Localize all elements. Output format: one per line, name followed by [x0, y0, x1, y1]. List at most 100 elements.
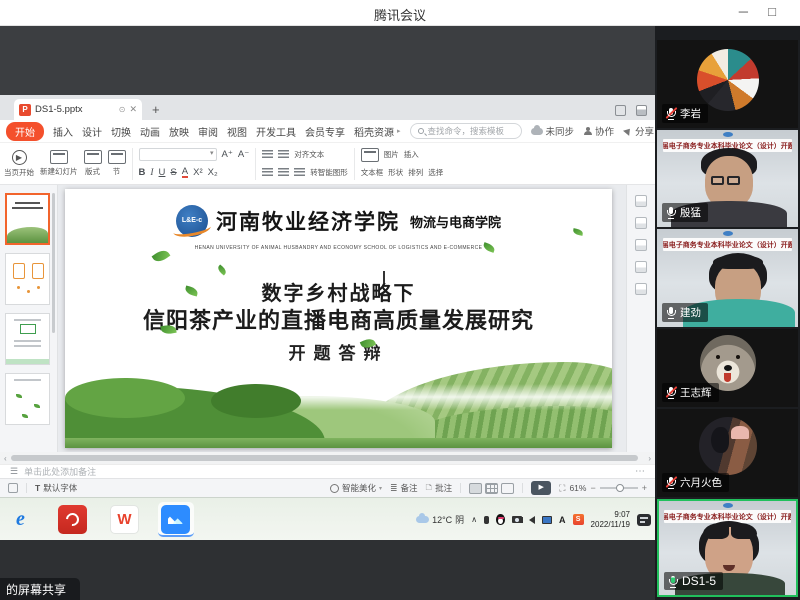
- scroll-left-icon[interactable]: ‹: [4, 454, 7, 463]
- menu-design[interactable]: 设计: [82, 124, 102, 139]
- properties-icon[interactable]: [635, 195, 647, 207]
- superscript-button[interactable]: X²: [193, 167, 203, 178]
- menu-animation[interactable]: 动画: [140, 124, 160, 139]
- new-tab-icon[interactable]: +: [152, 102, 160, 117]
- zoom-out-icon[interactable]: −: [590, 483, 595, 493]
- active-speaker-tile[interactable]: 2022届电子商务专业本科毕业论文（设计）开题答辩 DS1-5: [657, 499, 798, 597]
- tray-expand-icon[interactable]: ∧: [471, 515, 477, 524]
- insert-button[interactable]: 插入: [404, 149, 419, 160]
- participant-tile[interactable]: 李岩: [657, 40, 798, 128]
- subscript-button[interactable]: X₂: [208, 167, 218, 178]
- notification-center-icon[interactable]: [637, 514, 651, 526]
- section-button[interactable]: 节: [108, 150, 126, 177]
- text-box-button[interactable]: 文本框: [361, 167, 384, 178]
- decrease-font-icon[interactable]: A⁻: [238, 149, 249, 160]
- slide-thumbnail-4[interactable]: [5, 373, 50, 425]
- red-music-app-icon[interactable]: [58, 505, 87, 534]
- arrange-button[interactable]: 排列: [408, 167, 423, 178]
- slide-thumbnail-3[interactable]: [5, 313, 50, 365]
- menu-resources[interactable]: 稻壳资源: [354, 124, 394, 139]
- normal-view-button[interactable]: [469, 483, 482, 494]
- taskbar-clock[interactable]: 9:07 2022/11/19: [591, 510, 630, 530]
- play-from-current-button[interactable]: ▶ 当页开始: [4, 150, 34, 178]
- tab-close-icon[interactable]: ✕: [129, 104, 137, 115]
- menu-devtools[interactable]: 开发工具: [256, 124, 296, 139]
- align-right-icon[interactable]: [294, 168, 305, 177]
- new-slide-button[interactable]: 新建幻灯片: [40, 150, 78, 177]
- underline-button[interactable]: U: [159, 167, 166, 178]
- workbench-icon[interactable]: [615, 105, 626, 116]
- tab-pin-icon[interactable]: ⊙: [119, 105, 126, 114]
- animation-pane-icon[interactable]: [635, 217, 647, 229]
- scroll-right-icon[interactable]: ›: [648, 454, 651, 463]
- horizontal-scrollbar[interactable]: ‹ ›: [0, 452, 655, 464]
- menu-member[interactable]: 会员专享: [305, 124, 345, 139]
- thumbnail-scrollbar[interactable]: [52, 193, 55, 333]
- display-tray-icon[interactable]: [542, 516, 552, 524]
- school-name: 河南牧业经济学院: [216, 206, 400, 236]
- browser-icon[interactable]: e: [6, 505, 35, 534]
- speaker-notes-button[interactable]: ≣ 备注: [390, 482, 418, 494]
- participant-tile[interactable]: 六月火色: [657, 409, 798, 497]
- participant-tile[interactable]: 2022届电子商务专业本科毕业论文（设计）开题答辩 建劲: [657, 229, 798, 327]
- maximize-icon[interactable]: □: [768, 4, 776, 19]
- command-search-input[interactable]: 查找命令，搜索模板: [410, 123, 522, 139]
- input-method-icon[interactable]: A: [559, 515, 566, 525]
- resources-pane-icon[interactable]: [635, 261, 647, 273]
- strikethrough-button[interactable]: S: [170, 167, 176, 178]
- shapes-button[interactable]: 形状: [388, 167, 403, 178]
- zoom-slider[interactable]: [600, 487, 638, 489]
- italic-button[interactable]: I: [150, 168, 153, 178]
- sync-status-button[interactable]: 未同步: [531, 124, 575, 138]
- numbered-list-icon[interactable]: [278, 150, 289, 159]
- slide-thumbnail-2[interactable]: [5, 253, 50, 305]
- bullet-list-icon[interactable]: [262, 150, 273, 159]
- slideshow-play-button[interactable]: ▶: [531, 481, 551, 495]
- font-select[interactable]: [139, 148, 217, 161]
- scrollbar-thumb[interactable]: [11, 455, 639, 461]
- slide-thumbnail-1[interactable]: [5, 193, 50, 245]
- bold-button[interactable]: B: [139, 167, 146, 178]
- zoom-slider-knob[interactable]: [616, 484, 624, 492]
- minimize-icon[interactable]: ─: [739, 4, 748, 19]
- slide-canvas[interactable]: L&E-c 河南牧业经济学院 物流与电商学院 HENAN UNIVERSITY …: [65, 189, 612, 448]
- smart-beautify-button[interactable]: 智能美化 ▾: [330, 482, 382, 494]
- sogou-input-icon[interactable]: S: [573, 514, 584, 525]
- fit-slide-icon[interactable]: ⛶: [559, 483, 565, 494]
- collaborate-button[interactable]: 协作: [584, 124, 614, 138]
- select-button[interactable]: 选择: [428, 167, 443, 178]
- align-left-icon[interactable]: [262, 168, 273, 177]
- increase-font-icon[interactable]: A⁺: [222, 149, 233, 160]
- help-pane-icon[interactable]: [635, 283, 647, 295]
- notes-bar[interactable]: ☰ 单击此处添加备注 ⋯: [0, 464, 655, 478]
- menu-insert[interactable]: 插入: [53, 124, 73, 139]
- menu-review[interactable]: 审阅: [198, 124, 218, 139]
- tray-mic-icon[interactable]: [484, 516, 489, 524]
- comments-button[interactable]: 🗅 批注: [426, 480, 453, 496]
- tencent-meeting-icon[interactable]: [161, 505, 190, 534]
- slide-sorter-view-button[interactable]: [485, 483, 498, 494]
- reading-view-button[interactable]: [501, 483, 514, 494]
- layout-button[interactable]: 版式: [84, 150, 102, 177]
- menu-slideshow[interactable]: 放映: [169, 124, 189, 139]
- weather-widget[interactable]: 12°C 阴: [416, 513, 464, 526]
- align-text-button[interactable]: 对齐文本: [294, 149, 324, 160]
- picture-button[interactable]: 图片: [384, 149, 399, 160]
- document-tab[interactable]: P DS1-5.pptx ⊙ ✕: [14, 99, 142, 120]
- design-pane-icon[interactable]: [635, 239, 647, 251]
- menu-transition[interactable]: 切换: [111, 124, 131, 139]
- volume-tray-icon[interactable]: [529, 516, 535, 524]
- smart-graphic-button[interactable]: 转智能图形: [310, 167, 348, 178]
- menu-view[interactable]: 视图: [227, 124, 247, 139]
- qq-tray-icon[interactable]: [496, 514, 505, 525]
- font-color-button[interactable]: A: [182, 167, 188, 178]
- notes-more-icon[interactable]: ⋯: [635, 466, 645, 477]
- menu-home[interactable]: 开始: [6, 122, 44, 141]
- app-center-icon[interactable]: [636, 105, 647, 116]
- participant-tile[interactable]: 2022届电子商务专业本科毕业论文（设计）开题答辩 殷猛: [657, 130, 798, 227]
- share-button[interactable]: 分享: [624, 124, 654, 138]
- align-center-icon[interactable]: [278, 168, 289, 177]
- participant-tile[interactable]: 王志辉: [657, 329, 798, 407]
- wps-office-icon[interactable]: W: [110, 505, 139, 534]
- zoom-in-icon[interactable]: +: [642, 483, 647, 493]
